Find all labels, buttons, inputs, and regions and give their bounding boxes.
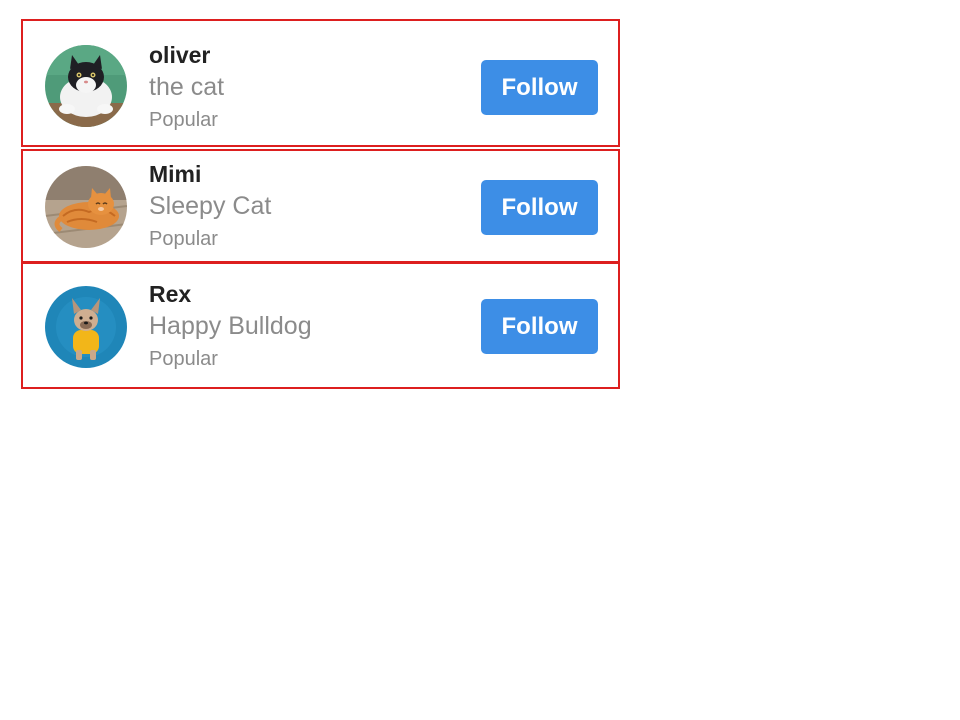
profile-info: oliver the cat Popular — [149, 41, 224, 135]
popular-tag: Popular — [149, 228, 218, 250]
follow-button-mimi[interactable]: Follow — [481, 180, 598, 235]
profile-name[interactable]: Rex — [149, 280, 312, 308]
avatar-rex — [45, 286, 127, 368]
profile-card-oliver: oliver the cat Popular Follow — [21, 19, 620, 147]
profile-info: Rex Happy Bulldog Popular — [149, 280, 312, 374]
profile-subtitle: Happy Bulldog — [149, 312, 312, 340]
profile-info: Mimi Sleepy Cat Popular — [149, 160, 271, 254]
profile-list: oliver the cat Popular Follow Mimi Sleep… — [0, 0, 960, 720]
popular-tag: Popular — [149, 348, 218, 370]
avatar-oliver — [45, 45, 127, 127]
profile-name[interactable]: oliver — [149, 41, 224, 69]
profile-name[interactable]: Mimi — [149, 160, 271, 188]
profile-subtitle: the cat — [149, 73, 225, 101]
avatar-mimi — [45, 166, 127, 248]
follow-button-oliver[interactable]: Follow — [481, 60, 598, 115]
profile-subtitle: Sleepy Cat — [149, 192, 272, 220]
popular-tag: Popular — [149, 109, 218, 131]
profile-card-rex: Rex Happy Bulldog Popular Follow — [21, 262, 620, 389]
profile-card-mimi: Mimi Sleepy Cat Popular Follow — [21, 149, 620, 263]
follow-button-rex[interactable]: Follow — [481, 299, 598, 354]
